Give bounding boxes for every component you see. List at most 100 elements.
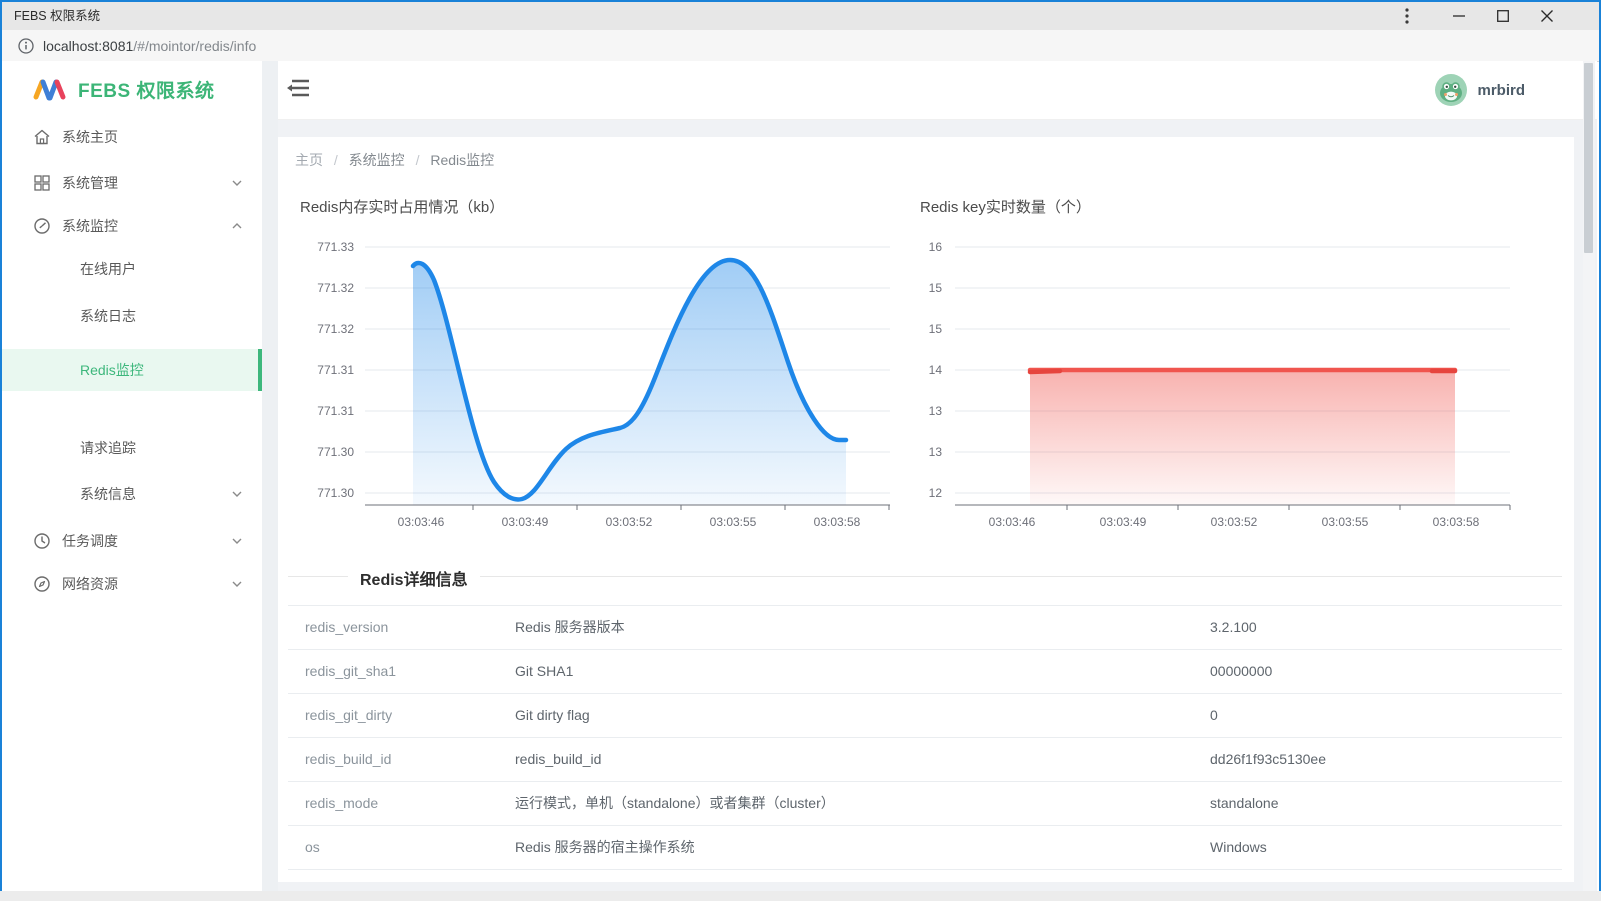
detail-value: 00000000 [1210,663,1273,679]
minimize-icon [1453,15,1465,17]
svg-text:13: 13 [929,404,943,418]
window-titlebar: FEBS 权限系统 [2,2,1599,30]
content-scrollbar-thumb[interactable] [1584,63,1593,253]
detail-value: Windows [1210,839,1267,855]
svg-text:03:03:49: 03:03:49 [1100,515,1147,529]
table-row: redis_version Redis 服务器版本 3.2.100 [288,605,1562,650]
breadcrumb-system-monitor[interactable]: 系统监控 [349,152,405,168]
sidebar-item-system-info[interactable]: 系统信息 [2,472,262,516]
chevron-down-icon [232,538,242,544]
sidebar-collapse-button[interactable] [287,78,317,102]
table-row: redis_mode 运行模式，单机（standalone）或者集群（clust… [288,782,1562,826]
content-card: 主页 / 系统监控 / Redis监控 Redis内存实时占用情况（kb） Re… [278,137,1574,882]
svg-text:03:03:49: 03:03:49 [502,515,549,529]
sidebar-item-redis-monitor[interactable]: Redis监控 [2,349,262,391]
chevron-down-icon [232,581,242,587]
grid-icon [34,175,50,191]
detail-description: Git dirty flag [515,707,590,723]
sidebar-item-label: Redis监控 [80,362,144,378]
svg-text:03:03:52: 03:03:52 [606,515,653,529]
window-close-button[interactable] [1527,2,1567,30]
window-frame-edge [0,891,1601,901]
detail-description: 运行模式，单机（standalone）或者集群（cluster） [515,795,835,811]
svg-text:771.33: 771.33 [317,240,354,254]
compass-icon [34,576,50,592]
app-logo: FEBS 权限系统 [2,61,262,119]
sidebar-item-request-trace[interactable]: 请求追踪 [2,426,262,470]
table-row: os Redis 服务器的宿主操作系统 Windows [288,826,1562,870]
febs-logo-icon [33,79,66,101]
sidebar-item-home[interactable]: 系统主页 [2,115,262,159]
svg-text:771.31: 771.31 [317,404,354,418]
window-title: FEBS 权限系统 [14,9,101,23]
svg-text:03:03:58: 03:03:58 [1433,515,1480,529]
sidebar-item-network-resource[interactable]: 网络资源 [2,562,262,606]
chevron-down-icon [232,180,242,186]
svg-text:771.32: 771.32 [317,281,354,295]
sidebar-item-system-monitor[interactable]: 系统监控 [2,204,262,248]
maximize-icon [1497,10,1509,22]
memory-chart-title: Redis内存实时占用情况（kb） [300,199,505,216]
x-axis [365,504,890,510]
sidebar-item-label: 系统信息 [80,486,136,502]
table-row: redis_build_id redis_build_id dd26f1f93c… [288,738,1562,782]
svg-text:03:03:55: 03:03:55 [1322,515,1369,529]
svg-text:16: 16 [929,240,943,254]
svg-text:03:03:46: 03:03:46 [398,515,445,529]
url-host: localhost:8081 [43,37,134,54]
user-menu[interactable]: mrbird [1435,74,1525,106]
home-icon [34,129,50,145]
avatar [1435,74,1468,106]
x-axis [955,504,1511,510]
svg-text:771.32: 771.32 [317,322,354,336]
keys-line-start [1027,368,1063,375]
detail-key: redis_git_sha1 [305,663,397,679]
y-axis-labels: 16 15 15 14 13 13 12 [929,240,943,500]
table-row: redis_git_dirty Git dirty flag 0 [288,694,1562,738]
detail-value: 0 [1210,707,1218,723]
detail-key: redis_version [305,619,389,635]
window-minimize-button[interactable] [1439,2,1479,30]
sidebar-item-system-log[interactable]: 系统日志 [2,294,262,338]
sidebar-item-task-schedule[interactable]: 任务调度 [2,519,262,563]
table-row: redis_git_sha1 Git SHA1 00000000 [288,650,1562,694]
detail-description: redis_build_id [515,751,602,767]
sidebar-item-label: 网络资源 [62,576,118,592]
redis-detail-table: redis_version Redis 服务器版本 3.2.100 redis_… [288,605,1562,870]
kebab-menu-icon [1405,8,1409,24]
svg-text:771.30: 771.30 [317,486,354,500]
y-axis-labels: 771.33 771.32 771.32 771.31 771.31 771.3… [317,240,354,500]
window-menu-button[interactable] [1387,2,1427,30]
svg-text:03:03:55: 03:03:55 [710,515,757,529]
keys-chart-canvas: 16 15 15 14 13 13 12 03:03:46 03:03:49 0… [929,240,1511,529]
keys-chart-title: Redis key实时数量（个） [920,199,1091,216]
svg-text:15: 15 [929,281,943,295]
breadcrumb-separator: / [415,152,420,168]
sidebar-item-system-management[interactable]: 系统管理 [2,161,262,205]
detail-key: os [305,839,320,855]
address-bar[interactable]: localhost:8081/#/mointor/redis/info [2,30,1599,62]
content-scrollbar-track[interactable] [1583,61,1595,891]
sidebar-item-label: 系统管理 [62,175,118,191]
chevron-down-icon [232,491,242,497]
keys-area [1030,370,1455,505]
sidebar-item-online-users[interactable]: 在线用户 [2,247,262,291]
x-axis-labels: 03:03:46 03:03:49 03:03:52 03:03:55 03:0… [398,515,861,529]
detail-key: redis_git_dirty [305,707,393,723]
sidebar-item-label: 系统日志 [80,308,136,324]
breadcrumb-home[interactable]: 主页 [295,152,323,168]
page-info-icon[interactable] [18,37,34,54]
window-maximize-button[interactable] [1483,2,1523,30]
app-logo-text: FEBS 权限系统 [78,81,215,102]
svg-text:771.30: 771.30 [317,445,354,459]
x-axis-labels: 03:03:46 03:03:49 03:03:52 03:03:55 03:0… [989,515,1480,529]
browser-window: FEBS 权限系统 localhost:8081 /#/mointor/redi… [0,0,1601,895]
sidebar-scrollbar-track[interactable] [262,61,278,891]
detail-section-title: Redis详细信息 [348,566,480,590]
detail-description: Redis 服务器版本 [515,619,625,635]
sidebar-item-label: 在线用户 [80,261,136,277]
detail-value: dd26f1f93c5130ee [1210,751,1326,767]
memory-chart-canvas: 771.33 771.32 771.32 771.31 771.31 771.3… [317,240,890,529]
detail-key: redis_mode [305,795,379,811]
gauge-icon [34,218,50,234]
